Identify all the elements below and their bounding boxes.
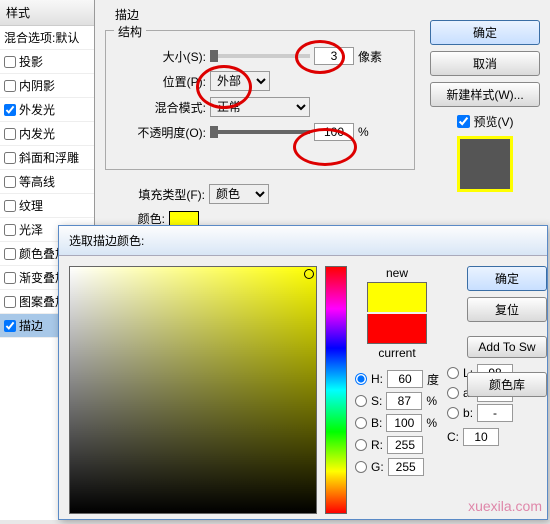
preview-label: 预览(V) (474, 113, 514, 130)
structure-group: 结构 大小(S): 像素 位置(P): 外部 混合模式: 正常 不透明度(O):… (105, 30, 415, 170)
g-radio[interactable] (355, 461, 367, 473)
structure-title: 结构 (114, 23, 146, 40)
opacity-input[interactable] (314, 123, 354, 141)
h-radio[interactable] (355, 373, 367, 385)
r-label: R: (371, 438, 383, 452)
fill-type-label: 填充类型(F): (115, 186, 205, 203)
size-slider[interactable] (210, 54, 310, 58)
add-swatch-button[interactable]: Add To Sw (467, 336, 547, 358)
style-label: 纹理 (19, 197, 43, 214)
b-unit: % (426, 416, 437, 430)
c-input[interactable] (463, 428, 499, 446)
lab-b-radio[interactable] (447, 407, 459, 419)
size-input[interactable] (314, 47, 354, 65)
style-check[interactable] (4, 248, 16, 260)
position-select[interactable]: 外部 (210, 71, 270, 91)
cancel-button[interactable]: 取消 (430, 51, 540, 76)
r-radio[interactable] (355, 439, 367, 451)
style-label: 内发光 (19, 125, 55, 142)
new-style-button[interactable]: 新建样式(W)... (430, 82, 540, 107)
ok-button[interactable]: 确定 (430, 20, 540, 45)
a-radio[interactable] (447, 387, 459, 399)
fill-type-select[interactable]: 颜色 (209, 184, 269, 204)
current-color-swatch (367, 314, 427, 344)
style-item-inner-shadow[interactable]: 内阴影 (0, 74, 94, 98)
style-check[interactable] (4, 56, 16, 68)
watermark: xuexila.com (468, 498, 542, 514)
b-input[interactable] (386, 414, 422, 432)
stroke-panel-title: 描边 (112, 6, 142, 23)
lab-b-label: b: (463, 406, 473, 420)
lab-b-input[interactable] (477, 404, 513, 422)
style-check[interactable] (4, 176, 16, 188)
style-label: 描边 (19, 317, 43, 334)
style-check[interactable] (4, 128, 16, 140)
b-radio[interactable] (355, 417, 367, 429)
styles-header: 样式 (0, 0, 94, 26)
s-input[interactable] (386, 392, 422, 410)
s-label: S: (371, 394, 382, 408)
size-label: 大小(S): (116, 48, 206, 65)
new-color-swatch (367, 282, 427, 312)
blend-select[interactable]: 正常 (210, 97, 310, 117)
opacity-slider[interactable] (210, 130, 310, 134)
picker-cursor-icon (304, 269, 314, 279)
g-label: G: (371, 460, 384, 474)
s-radio[interactable] (355, 395, 367, 407)
style-label: 光泽 (19, 221, 43, 238)
style-check[interactable] (4, 272, 16, 284)
style-label: 内阴影 (19, 77, 55, 94)
l-radio[interactable] (447, 367, 459, 379)
style-label: 等高线 (19, 173, 55, 190)
picker-ok-button[interactable]: 确定 (467, 266, 547, 291)
h-unit: 度 (427, 371, 439, 388)
h-label: H: (371, 372, 383, 386)
style-check[interactable] (4, 80, 16, 92)
position-label: 位置(P): (116, 73, 206, 90)
dialog-buttons: 确定 取消 新建样式(W)... 预览(V) (430, 20, 540, 198)
picker-reset-button[interactable]: 复位 (467, 297, 547, 322)
color-library-button[interactable]: 颜色库 (467, 372, 547, 397)
color-picker-dialog: 选取描边颜色: new current H: 度 S:% B:% R: G: (58, 225, 548, 520)
r-input[interactable] (387, 436, 423, 454)
style-label: 投影 (19, 53, 43, 70)
b-label: B: (371, 416, 382, 430)
s-unit: % (426, 394, 437, 408)
blend-options-item[interactable]: 混合选项:默认 (0, 26, 94, 50)
style-item-contour[interactable]: 等高线 (0, 170, 94, 194)
current-label: current (378, 346, 415, 360)
g-input[interactable] (388, 458, 424, 476)
style-check[interactable] (4, 224, 16, 236)
style-item-bevel[interactable]: 斜面和浮雕 (0, 146, 94, 170)
style-check[interactable] (4, 320, 16, 332)
opacity-label: 不透明度(O): (116, 124, 206, 141)
preview-checkbox[interactable] (457, 115, 470, 128)
style-check[interactable] (4, 104, 16, 116)
h-input[interactable] (387, 370, 423, 388)
c-label: C: (447, 430, 459, 444)
size-unit: 像素 (358, 48, 382, 65)
style-label: 外发光 (19, 101, 55, 118)
preview-thumbnail (457, 136, 513, 192)
style-check[interactable] (4, 296, 16, 308)
style-check[interactable] (4, 152, 16, 164)
style-item-texture[interactable]: 纹理 (0, 194, 94, 218)
blend-label: 混合模式: (116, 99, 206, 116)
opacity-unit: % (358, 125, 369, 139)
style-item-inner-glow[interactable]: 内发光 (0, 122, 94, 146)
hue-slider[interactable] (325, 266, 347, 514)
blend-default-label: 混合选项:默认 (4, 29, 79, 46)
style-check[interactable] (4, 200, 16, 212)
new-label: new (386, 266, 408, 280)
style-item-outer-glow[interactable]: 外发光 (0, 98, 94, 122)
style-label: 斜面和浮雕 (19, 149, 79, 166)
picker-title: 选取描边颜色: (59, 226, 547, 256)
color-field[interactable] (69, 266, 317, 514)
style-item-drop-shadow[interactable]: 投影 (0, 50, 94, 74)
layer-style-dialog: 样式 混合选项:默认 投影 内阴影 外发光 内发光 斜面和浮雕 等高线 纹理 光… (0, 0, 550, 520)
